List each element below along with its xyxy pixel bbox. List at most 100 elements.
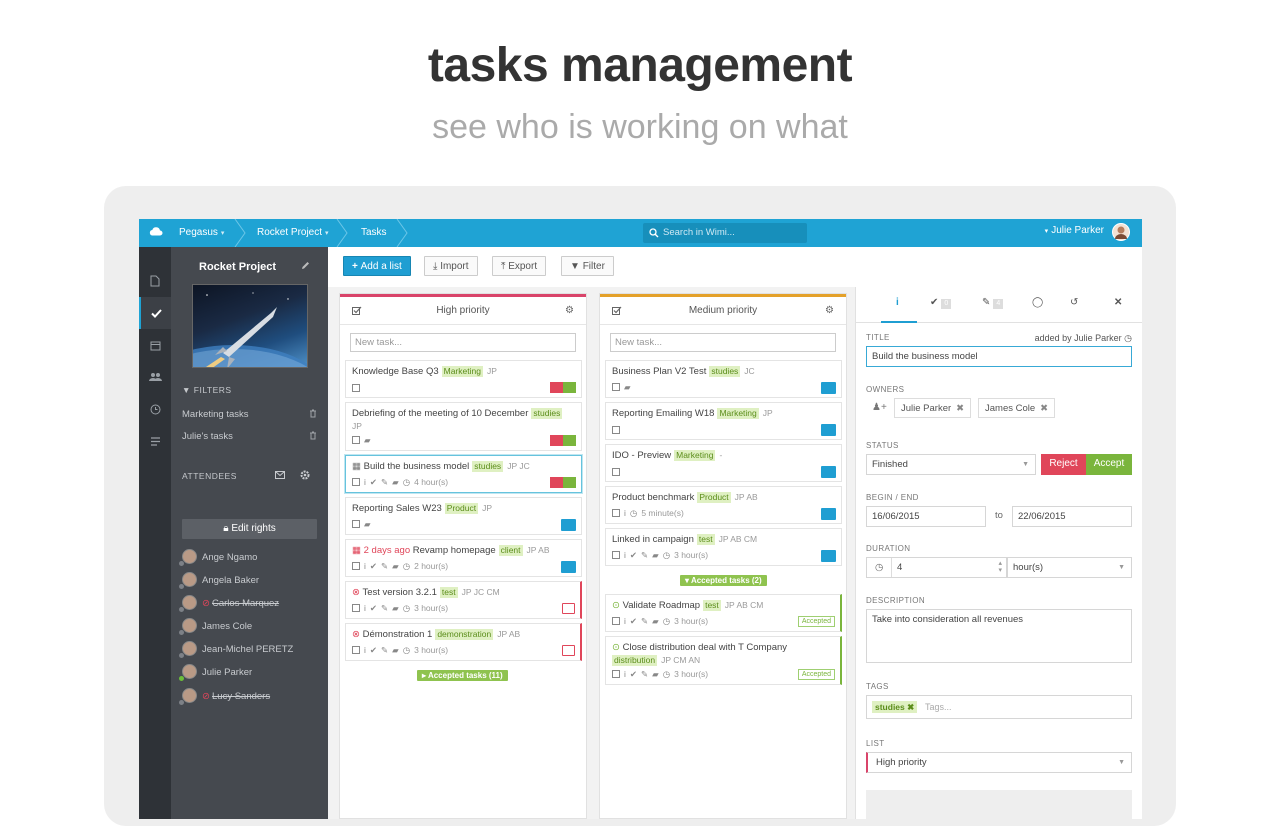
user-menu[interactable]: ▾ Julie Parker [1045, 223, 1130, 241]
checklist-tab[interactable]: ✔ 0 [930, 297, 952, 309]
task-checkbox[interactable] [352, 562, 360, 570]
task-checkbox[interactable] [612, 670, 620, 678]
task-checkbox[interactable] [612, 383, 620, 391]
documents-icon[interactable] [139, 265, 171, 297]
task-card[interactable]: Debriefing of the meeting of 10 December… [345, 402, 582, 451]
users-icon[interactable] [139, 361, 171, 393]
owner-chip[interactable]: Julie Parker ✖ [894, 398, 972, 418]
task-checkbox[interactable] [352, 520, 360, 528]
begin-date-input[interactable]: 16/06/2015 [866, 506, 986, 527]
task-checkbox[interactable] [352, 604, 360, 612]
gear-icon[interactable]: ⚙ [825, 305, 834, 316]
task-card[interactable]: Business Plan V2 Test studies JC ▰ [605, 360, 842, 398]
redo-icon[interactable] [562, 645, 575, 656]
check-icon[interactable] [561, 519, 576, 531]
add-user-icon[interactable]: ♟+ [872, 402, 887, 413]
status-select[interactable]: Finished ▼ [866, 454, 1036, 475]
accepted-tasks-toggle[interactable]: ▸ Accepted tasks (11) [417, 670, 508, 681]
breadcrumb-rocket-project[interactable]: Rocket Project ▾ [257, 227, 329, 238]
attachments-tab[interactable]: ✎ 4 [982, 297, 1004, 309]
task-card[interactable]: Reporting Sales W23 Product JP ▰ [345, 497, 582, 535]
task-checkbox[interactable] [352, 478, 360, 486]
task-card[interactable]: ▦ 2 days ago Revamp homepage client JP AB … [345, 539, 582, 577]
export-button[interactable]: ⤒ Export [492, 256, 547, 276]
check-icon[interactable] [821, 508, 836, 520]
task-checkbox[interactable] [352, 646, 360, 654]
tag-chip[interactable]: studies ✖ [872, 701, 918, 713]
tasks-icon[interactable] [139, 297, 171, 329]
tags-input[interactable]: studies ✖ Tags... [866, 695, 1132, 719]
task-checkbox[interactable] [612, 509, 620, 517]
task-card-selected[interactable]: ▦ Build the business model studies JP JC i… [345, 455, 582, 493]
calendar-icon[interactable] [139, 329, 171, 361]
filter-item[interactable]: Marketing tasks [182, 409, 317, 420]
thumbs-down-icon[interactable] [550, 477, 563, 488]
task-checkbox[interactable] [352, 384, 360, 392]
gear-icon[interactable]: ⚙ [565, 305, 574, 316]
remove-icon[interactable]: ✖ [1040, 403, 1048, 414]
task-checkbox[interactable] [352, 436, 360, 444]
task-checkbox[interactable] [612, 426, 620, 434]
history-tab-icon[interactable]: ↺ [1070, 297, 1078, 308]
task-card[interactable]: IDO - Preview Marketing - [605, 444, 842, 482]
check-icon[interactable] [821, 550, 836, 562]
check-icon[interactable] [821, 466, 836, 478]
accept-button[interactable]: Accept [1086, 454, 1132, 475]
end-date-input[interactable]: 22/06/2015 [1012, 506, 1132, 527]
accepted-tasks-toggle[interactable]: ▾ Accepted tasks (2) [680, 575, 767, 586]
presence-dot [179, 653, 184, 658]
duration-input[interactable]: 4 ◷ ▴ ▾ [866, 557, 1007, 578]
task-card-accepted[interactable]: ⊙ Validate Roadmap test JP AB CM i ✔ ✎ ▰ ◷ 3 ho… [605, 594, 842, 632]
comments-tab-icon[interactable]: ◯ [1032, 297, 1043, 308]
new-task-input[interactable]: New task... [610, 333, 836, 352]
task-checkbox[interactable] [612, 468, 620, 476]
thumbs-down-icon[interactable] [550, 435, 563, 446]
cloud-icon[interactable] [149, 226, 163, 236]
filter-item[interactable]: Julie's tasks [182, 431, 317, 442]
pencil-icon[interactable] [301, 261, 310, 270]
task-card[interactable]: Linked in campaign test JP AB CM i ✔ ✎ ▰ ◷ 3 ho… [605, 528, 842, 566]
reject-button[interactable]: Reject [1041, 454, 1086, 475]
breadcrumb-pegasus[interactable]: Pegasus ▾ [179, 227, 224, 238]
title-input[interactable]: Build the business model [866, 346, 1132, 367]
stepper-icon[interactable]: ▴ ▾ [998, 560, 1002, 574]
list-title: Medium priority [688, 305, 758, 316]
remove-icon[interactable]: ✖ [907, 702, 914, 712]
filter-button[interactable]: ▼ Filter [561, 256, 614, 276]
task-card[interactable]: Reporting Emailing W18 Marketing JP [605, 402, 842, 440]
task-card[interactable]: ⊗ Démonstration 1 demonstration JP AB i ✔ ✎ ▰… [345, 623, 582, 661]
mail-icon[interactable] [275, 471, 285, 479]
info-tab-icon[interactable]: i [896, 297, 899, 308]
check-icon[interactable] [821, 382, 836, 394]
thumbs-up-icon[interactable] [563, 435, 576, 446]
clock-icon[interactable] [139, 393, 171, 425]
add-list-button[interactable]: + Add a list [343, 256, 411, 276]
remove-icon[interactable]: ✖ [956, 403, 964, 414]
task-checkbox[interactable] [612, 617, 620, 625]
list-select[interactable]: High priority ▼ [866, 752, 1132, 773]
thumbs-up-icon[interactable] [563, 477, 576, 488]
task-card[interactable]: Knowledge Base Q3 Marketing JP [345, 360, 582, 398]
description-textarea[interactable]: Take into consideration all revenues [866, 609, 1132, 663]
owner-chip[interactable]: James Cole ✖ [978, 398, 1056, 418]
duration-unit-select[interactable]: hour(s) ▼ [1007, 557, 1132, 578]
redo-icon[interactable] [562, 603, 575, 614]
check-icon[interactable] [561, 561, 576, 573]
check-icon[interactable] [821, 424, 836, 436]
close-icon[interactable]: ✕ [1114, 297, 1122, 308]
trash-icon[interactable] [309, 409, 317, 418]
breadcrumb-tasks[interactable]: Tasks [361, 227, 387, 238]
new-task-input[interactable]: New task... [350, 333, 576, 352]
task-card[interactable]: Product benchmark Product JP AB i ◷ 5 minute… [605, 486, 842, 524]
task-card-accepted[interactable]: ⊙ Close distribution deal with T Company… [605, 636, 842, 685]
search-input[interactable]: Search in Wimi... [643, 223, 807, 243]
thumbs-up-icon[interactable] [563, 382, 576, 393]
import-button[interactable]: ⤓ Import [424, 256, 478, 276]
task-checkbox[interactable] [612, 551, 620, 559]
gear-icon[interactable] [300, 470, 310, 480]
list-icon[interactable] [139, 425, 171, 457]
edit-rights-button[interactable]: 🔒︎ Edit rights [182, 519, 317, 539]
thumbs-down-icon[interactable] [550, 382, 563, 393]
task-card[interactable]: ⊗ Test version 3.2.1 test JP JC CM i ✔ ✎ ▰ ◷ 3 … [345, 581, 582, 619]
trash-icon[interactable] [309, 431, 317, 440]
